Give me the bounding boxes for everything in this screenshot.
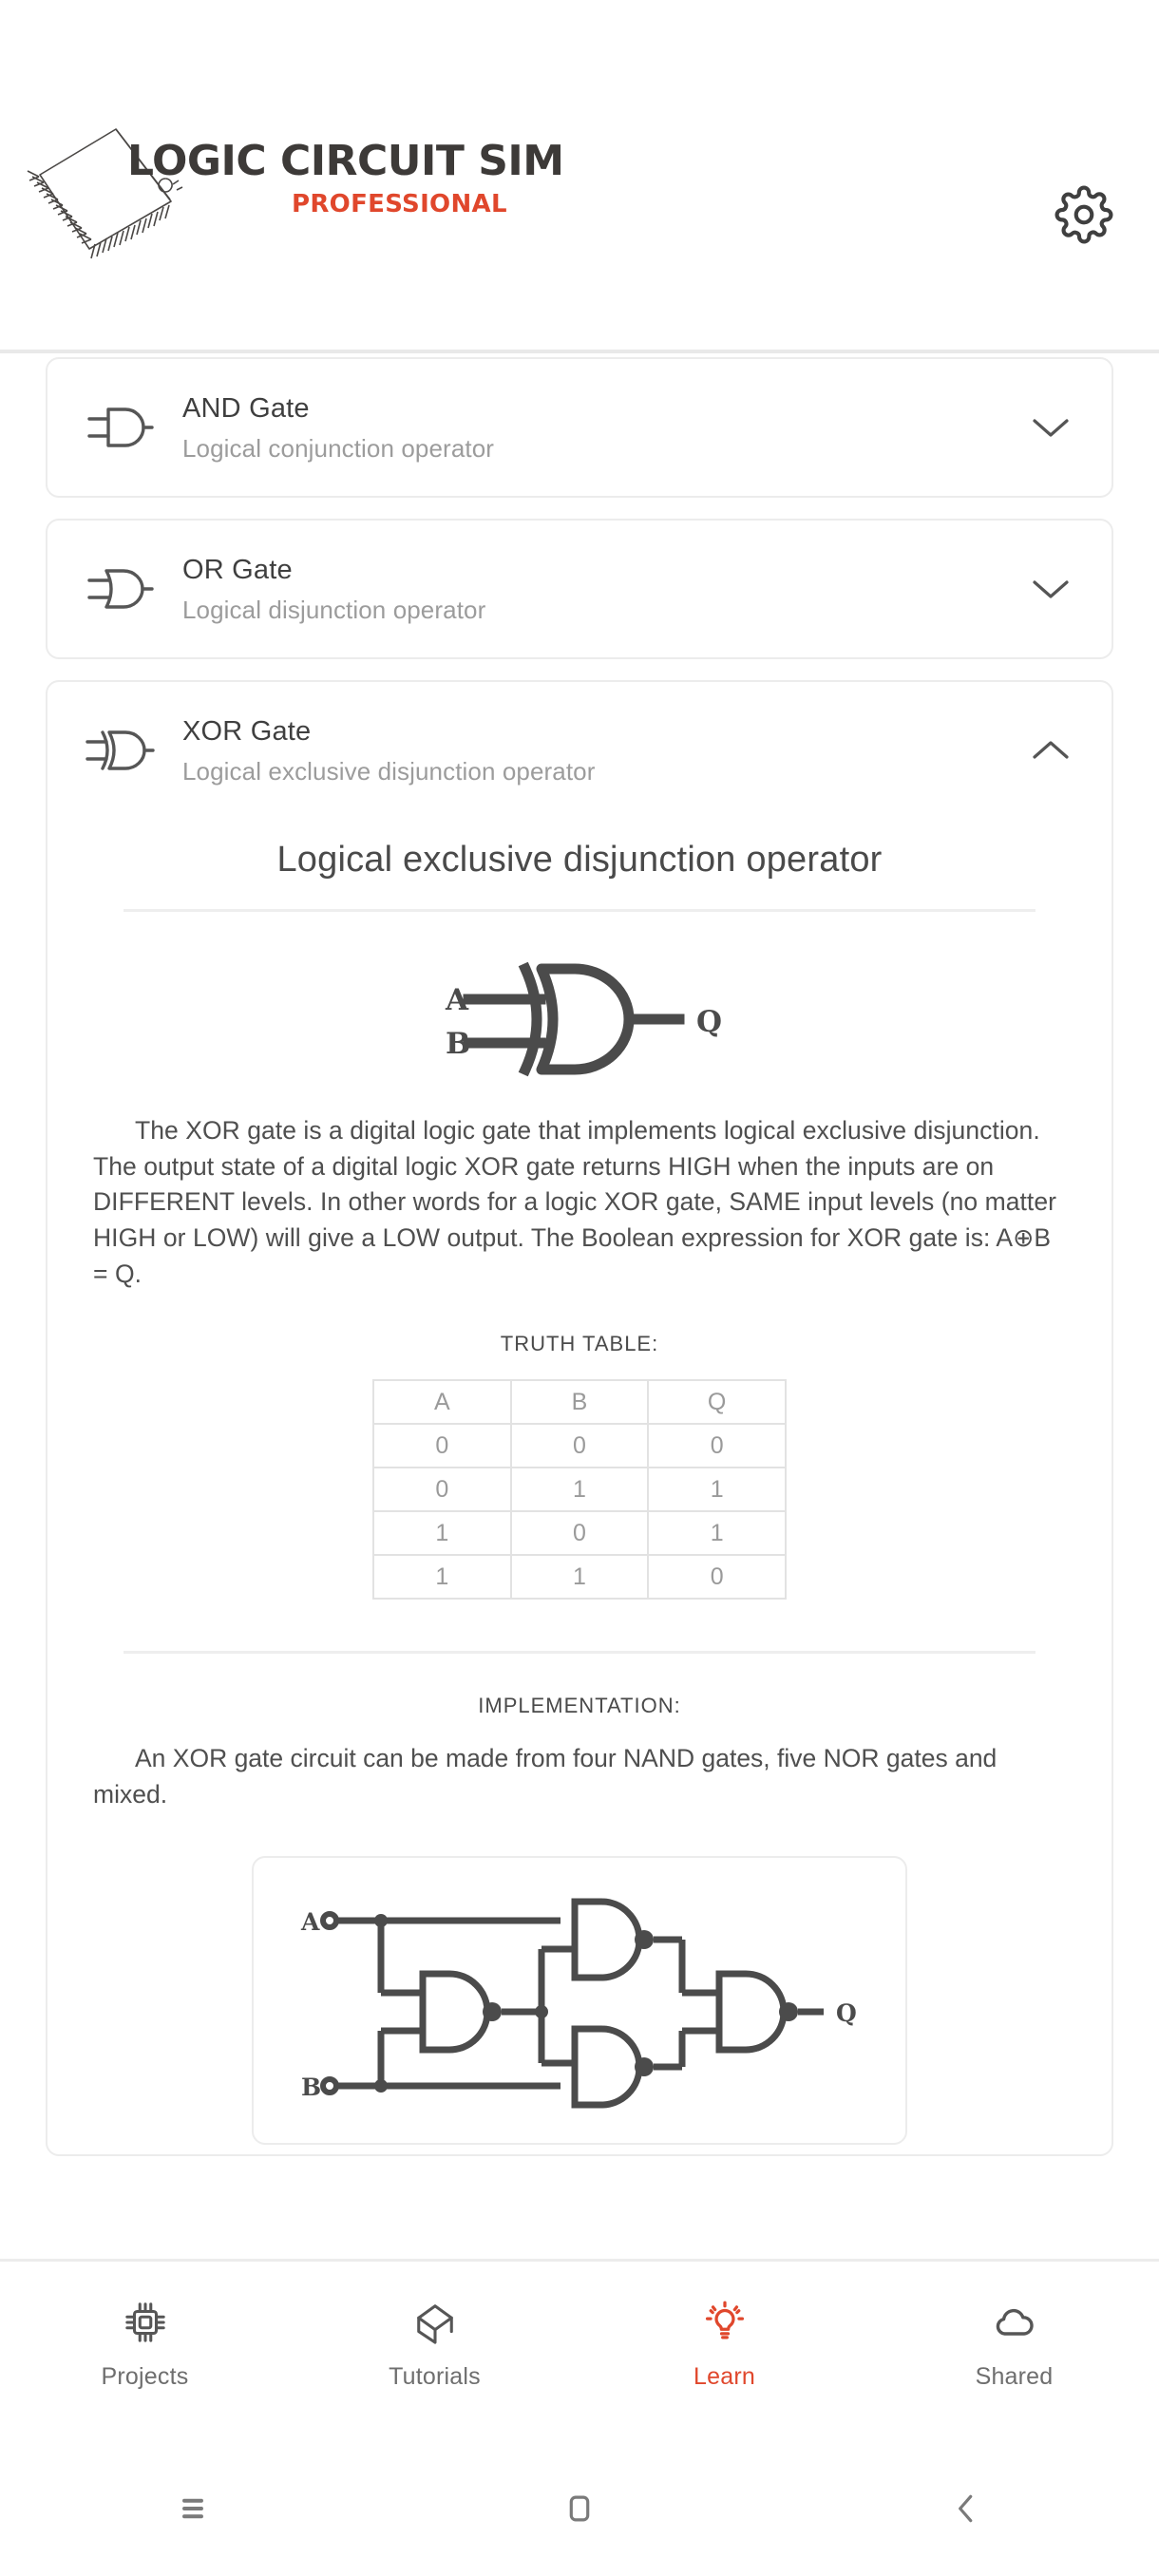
gate-title: AND Gate [182,393,310,425]
gear-icon [1054,185,1113,244]
app-logo: LOGIC CIRCUIT SIM PROFESSIONAL [21,122,591,297]
logo-title: LOGIC CIRCUIT SIM [127,137,564,185]
accordion-header-or[interactable]: OR Gate Logical disjunction operator [48,521,1112,657]
table-cell: 0 [647,1423,787,1469]
implementation-text: An XOR gate circuit can be made from fou… [93,1744,998,1809]
table-cell: 0 [509,1423,650,1469]
xor-gate-large-icon: A B Q [445,961,722,1077]
chevron-up-icon[interactable] [1022,738,1079,763]
back-button[interactable] [772,2491,1159,2527]
bottom-navigation-bar: Projects Tutorials Learn Shared [0,2259,1159,2441]
settings-button[interactable] [1054,185,1113,244]
implementation-label: IMPLEMENTATION: [478,1694,681,1718]
xor-detail-body: Logical exclusive disjunction operator A… [48,819,1112,2154]
home-button[interactable] [387,2491,773,2527]
xor-detail-heading: Logical exclusive disjunction operator [276,840,883,880]
accordion-text-xor: XOR Gate Logical exclusive disjunction o… [165,714,1022,786]
table-cell: 1 [372,1554,512,1601]
table-cell: 1 [509,1467,650,1513]
accordion-card-xor: XOR Gate Logical exclusive disjunction o… [46,680,1113,2157]
input-a-label: A [445,983,469,1017]
nav-item-shared[interactable]: Shared [869,2262,1159,2441]
input-b-label: B [446,1027,470,1061]
accordion-card-and: AND Gate Logical conjunction operator [46,357,1113,498]
nav-label: Projects [101,2363,189,2390]
truth-table-label: TRUTH TABLE: [500,1332,659,1356]
table-cell: 0 [647,1554,787,1601]
table-row: 0 0 0 [372,1423,787,1469]
accordion-text-or: OR Gate Logical disjunction operator [165,553,1022,624]
table-cell: 1 [647,1467,787,1513]
recent-apps-button[interactable] [0,2491,387,2526]
table-cell: 1 [647,1510,787,1557]
truth-table: A B Q 0 0 0 0 1 1 1 0 1 1 1 0 [372,1379,787,1601]
circuit-input-a-label: A [300,1908,320,1936]
accordion-card-or: OR Gate Logical disjunction operator [46,519,1113,659]
nav-label: Shared [975,2363,1054,2390]
menu-icon [182,2498,204,2519]
table-header-cell: Q [647,1379,787,1426]
xor-description: The XOR gate is a digital logic gate tha… [93,1116,1056,1288]
table-header-cell: A [372,1379,512,1426]
lightbulb-icon [703,2295,747,2350]
nav-label: Tutorials [389,2363,481,2390]
android-system-nav [0,2441,1159,2576]
table-row: 1 0 1 [372,1510,787,1557]
table-cell: 1 [372,1510,512,1557]
learn-content-scroll[interactable]: AND Gate Logical conjunction operator OR… [0,357,1159,2259]
accordion-header-xor[interactable]: XOR Gate Logical exclusive disjunction o… [48,682,1112,819]
table-cell: 0 [372,1467,512,1513]
chevron-down-icon[interactable] [1022,415,1079,440]
nav-item-projects[interactable]: Projects [0,2262,290,2441]
nand-circuit-card: A B Q [252,1856,907,2146]
nav-item-tutorials[interactable]: Tutorials [290,2262,580,2441]
output-q-label: Q [696,1005,722,1039]
cloud-icon [992,2295,1037,2350]
and-gate-icon [74,398,165,457]
nand-xor-circuit-diagram: A B Q [300,1898,857,2109]
gate-title: OR Gate [182,555,293,586]
chevron-down-icon[interactable] [1022,577,1079,601]
home-square-icon [569,2495,590,2522]
graduation-cap-icon [413,2295,457,2350]
table-header-row: A B Q [372,1379,787,1426]
gate-subtitle: Logical exclusive disjunction operator [182,756,596,786]
table-row: 0 1 1 [372,1467,787,1513]
accordion-header-and[interactable]: AND Gate Logical conjunction operator [48,359,1112,496]
accordion-text-and: AND Gate Logical conjunction operator [165,391,1022,463]
gate-title: XOR Gate [182,716,312,748]
chip-icon [124,2295,167,2350]
xor-gate-icon [74,721,165,780]
table-header-cell: B [509,1379,650,1426]
app-header: LOGIC CIRCUIT SIM PROFESSIONAL [0,0,1159,353]
xor-symbol-diagram: A B Q [48,912,1112,1113]
gate-subtitle: Logical conjunction operator [182,433,495,463]
table-cell: 0 [372,1423,512,1469]
circuit-input-b-label: B [301,2074,321,2101]
or-gate-icon [74,559,165,618]
nav-item-learn[interactable]: Learn [580,2262,869,2441]
gate-subtitle: Logical disjunction operator [182,595,486,624]
table-cell: 0 [509,1510,650,1557]
logo-subtitle: PROFESSIONAL [292,190,507,218]
table-cell: 1 [509,1554,650,1601]
chevron-left-icon [958,2494,973,2523]
nav-label: Learn [694,2363,755,2390]
circuit-output-q-label: Q [836,1999,857,2027]
table-row: 1 1 0 [372,1554,787,1601]
